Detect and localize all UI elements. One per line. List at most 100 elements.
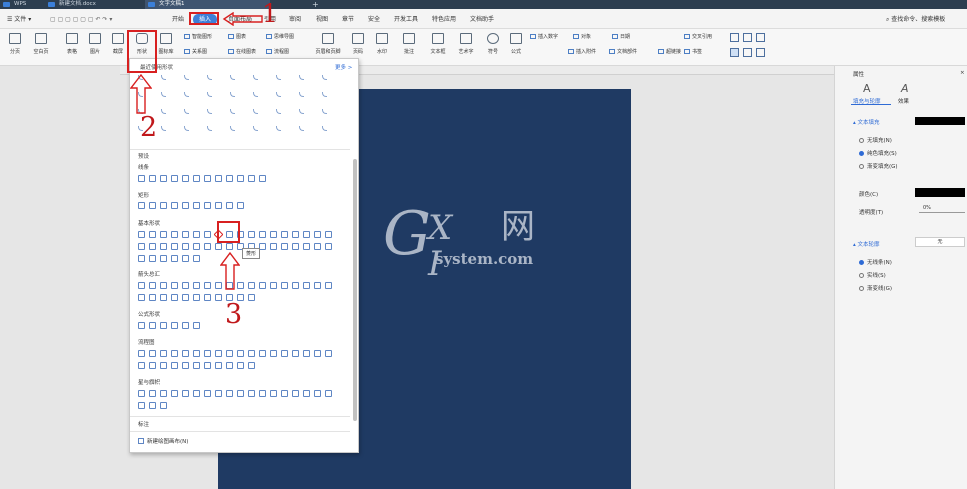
menu-assistant[interactable]: 文档助手 [468, 14, 496, 25]
recent-shape[interactable] [184, 92, 189, 97]
flowchart-shape[interactable] [226, 362, 233, 369]
basic-shape[interactable] [292, 243, 299, 250]
menu-special[interactable]: 特色应用 [430, 14, 458, 25]
basic-shape[interactable] [182, 243, 189, 250]
basic-shape[interactable] [292, 231, 299, 238]
recent-shape[interactable] [253, 75, 258, 80]
star-shape[interactable] [237, 390, 244, 397]
shape-row-basic-3[interactable] [138, 255, 204, 264]
symbol-button[interactable]: 符号 [482, 33, 504, 55]
search-command[interactable]: ⌕ 查找命令、搜索模板 [884, 14, 947, 25]
arrow-shape[interactable] [138, 294, 145, 301]
star-shape[interactable] [259, 390, 266, 397]
arrow-shape[interactable] [204, 282, 211, 289]
menu-security[interactable]: 安全 [366, 14, 382, 25]
recent-shape[interactable] [184, 126, 189, 131]
basic-shape[interactable] [149, 231, 156, 238]
text-fill-tab-icon[interactable]: A [863, 82, 871, 95]
recent-shape[interactable] [207, 126, 212, 131]
recent-shape[interactable] [161, 126, 166, 131]
line-shape[interactable] [215, 175, 222, 182]
bookmark-button[interactable]: 书签 [684, 48, 702, 55]
page-break-button[interactable]: 分页 [4, 33, 26, 55]
line-shape[interactable] [237, 175, 244, 182]
rectangle-shape[interactable] [237, 202, 244, 209]
arrow-shape[interactable] [303, 282, 310, 289]
mindmap-button[interactable]: 思维导图 [266, 33, 294, 40]
flowchart-shape[interactable] [248, 350, 255, 357]
basic-shape[interactable] [215, 243, 222, 250]
rectangle-shape[interactable] [149, 202, 156, 209]
flowchart-shape[interactable] [193, 362, 200, 369]
panel-scrollbar[interactable] [353, 159, 357, 421]
file-menu[interactable]: ☰ 文件 ▾ [5, 14, 33, 25]
star-shape[interactable] [204, 390, 211, 397]
shapes-dropdown-panel[interactable]: 最近使用形状 更多 > 预设 线条 矩形 基本形状 菱形 箭头总汇 公式形状 流… [129, 58, 359, 453]
view-icon[interactable] [730, 48, 739, 57]
flowchart-shape[interactable] [281, 350, 288, 357]
basic-shape[interactable] [204, 231, 211, 238]
star-shape[interactable] [303, 390, 310, 397]
flowchart-shape[interactable] [292, 350, 299, 357]
arrow-shape[interactable] [292, 282, 299, 289]
recent-shape[interactable] [230, 92, 235, 97]
arrow-shape[interactable] [182, 282, 189, 289]
rectangle-shape[interactable] [204, 202, 211, 209]
arrow-shape[interactable] [248, 282, 255, 289]
flowchart-shape[interactable] [204, 362, 211, 369]
line-shape[interactable] [259, 175, 266, 182]
shape-row-lines[interactable] [138, 175, 270, 184]
basic-shape[interactable] [149, 243, 156, 250]
flowchart-shape[interactable] [138, 362, 145, 369]
basic-shape[interactable] [171, 255, 178, 262]
basic-shape[interactable] [193, 255, 200, 262]
arrow-shape[interactable] [270, 282, 277, 289]
rectangle-shape[interactable] [182, 202, 189, 209]
star-shape[interactable] [160, 390, 167, 397]
star-shape[interactable] [171, 390, 178, 397]
basic-shape[interactable] [281, 243, 288, 250]
basic-shape[interactable] [182, 231, 189, 238]
quick-access-toolbar[interactable]: ▢ ▢ ▢ ▢ ▢ ▢ ↶ ↷ ▾ [48, 14, 114, 25]
comment-button[interactable]: 批注 [398, 33, 420, 55]
menu-start[interactable]: 开始 [170, 14, 186, 25]
flowchart-button[interactable]: 流程图 [266, 48, 289, 55]
recent-shape[interactable] [207, 92, 212, 97]
arrow-shape[interactable] [248, 294, 255, 301]
watermark-button[interactable]: 水印 [371, 33, 393, 55]
recent-shape[interactable] [276, 126, 281, 131]
formula-button[interactable]: 公式 [506, 33, 526, 55]
basic-shape[interactable] [171, 231, 178, 238]
formula-shape[interactable] [182, 322, 189, 329]
star-shape[interactable] [160, 402, 167, 409]
recent-shape[interactable] [161, 109, 166, 114]
fill-color-swatch[interactable] [915, 117, 965, 125]
view-icon[interactable] [743, 33, 752, 42]
star-shape[interactable] [281, 390, 288, 397]
solid-line-radio[interactable]: 实线(S) [859, 271, 886, 279]
shape-row-flow-1[interactable] [138, 350, 336, 359]
basic-shape[interactable] [248, 231, 255, 238]
object-button[interactable]: 对象 [573, 33, 591, 40]
rectangle-shape[interactable] [138, 202, 145, 209]
basic-shape[interactable] [281, 231, 288, 238]
color-dropdown[interactable] [915, 188, 965, 197]
outline-section-header[interactable]: ▴ 文本轮廓 [853, 240, 880, 248]
solid-fill-radio[interactable]: 纯色填充(S) [859, 149, 897, 157]
more-shapes-link[interactable]: 更多 > [335, 63, 352, 71]
flowchart-shape[interactable] [138, 350, 145, 357]
new-canvas-button[interactable]: 新建绘图画布(N) [138, 437, 188, 445]
line-shape[interactable] [248, 175, 255, 182]
star-shape[interactable] [270, 390, 277, 397]
flowchart-shape[interactable] [270, 350, 277, 357]
line-shape[interactable] [138, 175, 145, 182]
insert-attachment-button[interactable]: 插入附件 [568, 48, 596, 55]
view-icon[interactable] [756, 48, 765, 57]
fill-section-header[interactable]: ▴ 文本填充 [853, 118, 880, 126]
basic-shape[interactable] [325, 243, 332, 250]
arrow-shape[interactable] [281, 282, 288, 289]
star-shape[interactable] [215, 390, 222, 397]
arrow-shape[interactable] [171, 294, 178, 301]
tab-wps-home[interactable]: WPS [0, 0, 40, 9]
chart-button[interactable]: 图表 [228, 33, 246, 40]
